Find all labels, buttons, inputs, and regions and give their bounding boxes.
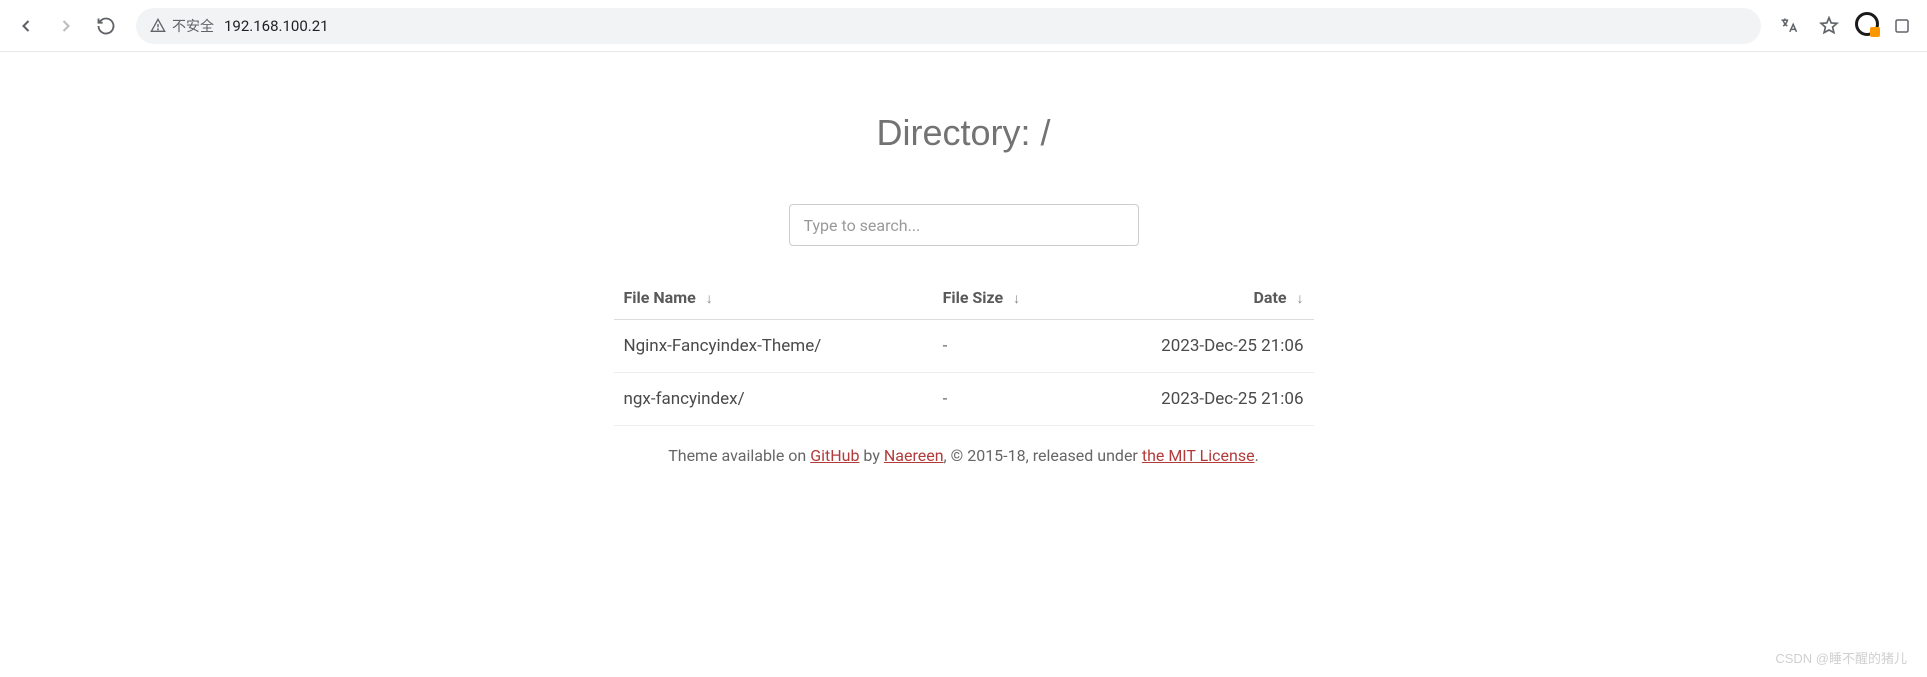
sort-arrow-icon: ↓ xyxy=(1013,291,1020,307)
file-name-link[interactable]: Nginx-Fancyindex-Theme/ xyxy=(624,336,822,356)
github-link[interactable]: GitHub xyxy=(810,446,859,465)
bookmark-star-icon[interactable] xyxy=(1813,10,1845,42)
sort-arrow-icon: ↓ xyxy=(1297,291,1304,307)
file-name-cell: Nginx-Fancyindex-Theme/ xyxy=(614,320,933,373)
file-size-cell: - xyxy=(933,373,1076,426)
translate-icon[interactable] xyxy=(1773,10,1805,42)
extension-icon[interactable]: 1 xyxy=(1853,10,1885,42)
sort-arrow-icon: ↓ xyxy=(706,291,713,307)
watermark: CSDN @睡不醒的猪儿 xyxy=(1775,648,1907,667)
page-title: Directory: / xyxy=(876,112,1050,154)
address-bar[interactable]: 不安全 192.168.100.21 xyxy=(136,8,1761,44)
reload-button[interactable] xyxy=(88,8,124,44)
table-header-row: File Name ↓ File Size ↓ Date ↓ xyxy=(614,276,1314,320)
browser-toolbar: 不安全 192.168.100.21 1 xyxy=(0,0,1927,52)
table-row: ngx-fancyindex/ -2023-Dec-25 21:06 xyxy=(614,373,1314,426)
column-header-date[interactable]: Date ↓ xyxy=(1076,276,1314,320)
column-header-size[interactable]: File Size ↓ xyxy=(933,276,1076,320)
column-header-name[interactable]: File Name ↓ xyxy=(614,276,933,320)
table-row: Nginx-Fancyindex-Theme/ -2023-Dec-25 21:0… xyxy=(614,320,1314,373)
toolbar-right: 1 xyxy=(1773,10,1919,42)
url-text: 192.168.100.21 xyxy=(224,17,329,35)
file-date-cell: 2023-Dec-25 21:06 xyxy=(1076,373,1314,426)
security-indicator[interactable]: 不安全 xyxy=(150,16,214,36)
file-listing-table: File Name ↓ File Size ↓ Date ↓ Nginx-Fan… xyxy=(614,276,1314,426)
page-content: Directory: / File Name ↓ File Size ↓ Dat… xyxy=(0,52,1927,465)
file-name-link[interactable]: ngx-fancyindex/ xyxy=(624,389,745,409)
warning-icon xyxy=(150,18,166,34)
footer: Theme available on GitHub by Naereen, © … xyxy=(668,446,1259,465)
author-link[interactable]: Naereen xyxy=(884,446,944,465)
puzzle-icon[interactable] xyxy=(1893,10,1911,42)
file-name-cell: ngx-fancyindex/ xyxy=(614,373,933,426)
security-label: 不安全 xyxy=(172,16,214,36)
file-date-cell: 2023-Dec-25 21:06 xyxy=(1076,320,1314,373)
license-link[interactable]: the MIT License xyxy=(1142,446,1255,465)
forward-button[interactable] xyxy=(48,8,84,44)
file-size-cell: - xyxy=(933,320,1076,373)
search-input[interactable] xyxy=(789,204,1139,246)
back-button[interactable] xyxy=(8,8,44,44)
